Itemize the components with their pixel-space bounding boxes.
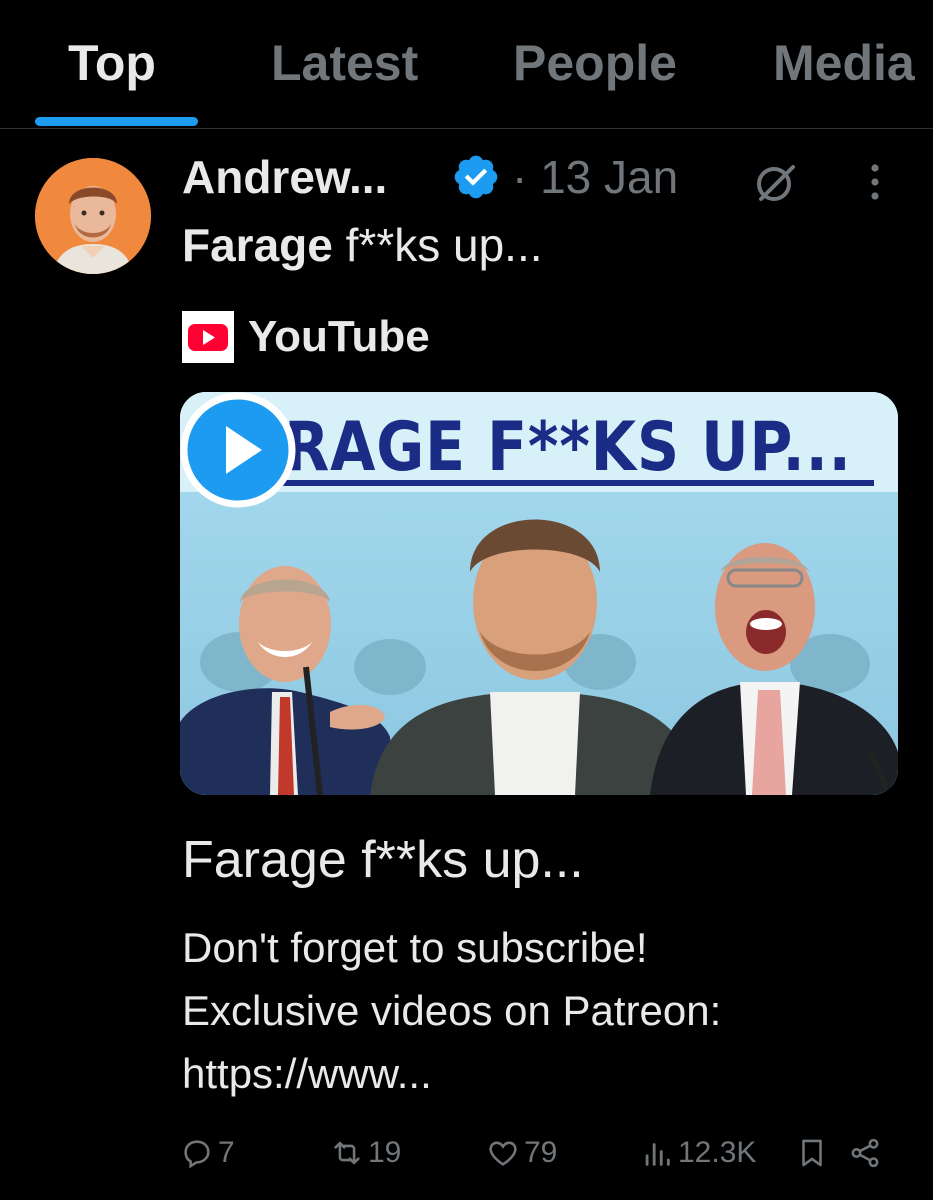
views-button[interactable]: 12.3K — [640, 1131, 756, 1175]
share-button[interactable] — [848, 1131, 882, 1175]
tab-media[interactable]: Media — [773, 34, 915, 92]
bookmark-icon — [802, 1139, 822, 1167]
active-tab-indicator — [35, 117, 198, 126]
post-date[interactable]: · 13 Jan — [512, 150, 678, 204]
avatar[interactable] — [35, 158, 151, 274]
like-count: 79 — [524, 1136, 558, 1169]
video-thumbnail[interactable]: FARAGE F**KS UP... — [180, 392, 898, 795]
youtube-icon — [182, 311, 234, 363]
post-text: Farage f**ks up... — [182, 219, 543, 271]
verified-badge-icon — [454, 155, 498, 199]
post-author[interactable]: Andrew... — [182, 150, 387, 204]
tab-people[interactable]: People — [513, 34, 677, 92]
like-button[interactable]: 79 — [486, 1131, 557, 1175]
reply-icon — [184, 1140, 210, 1169]
heart-icon — [489, 1141, 517, 1166]
views-icon — [645, 1143, 670, 1166]
card-source[interactable]: YouTube — [182, 311, 430, 363]
card-description: Don't forget to subscribe! Exclusive vid… — [182, 924, 722, 1097]
thumbnail-title: FARAGE F**KS UP... — [204, 408, 852, 487]
views-count: 12.3K — [678, 1136, 757, 1169]
play-icon[interactable] — [180, 392, 296, 508]
card-source-label: YouTube — [248, 312, 430, 361]
grok-icon[interactable] — [752, 158, 800, 206]
tab-latest[interactable]: Latest — [271, 34, 418, 92]
repost-button[interactable]: 19 — [330, 1131, 401, 1175]
reply-count: 7 — [218, 1136, 235, 1169]
tab-top[interactable]: Top — [68, 34, 156, 92]
more-icon[interactable] — [864, 160, 886, 204]
repost-count: 19 — [368, 1136, 402, 1169]
card-title[interactable]: Farage f**ks up... — [182, 830, 584, 890]
repost-icon — [334, 1141, 360, 1165]
search-tabs: Top Latest People Media — [0, 0, 933, 129]
bookmark-button[interactable] — [795, 1131, 829, 1175]
reply-button[interactable]: 7 — [180, 1131, 235, 1175]
share-icon — [851, 1138, 879, 1168]
